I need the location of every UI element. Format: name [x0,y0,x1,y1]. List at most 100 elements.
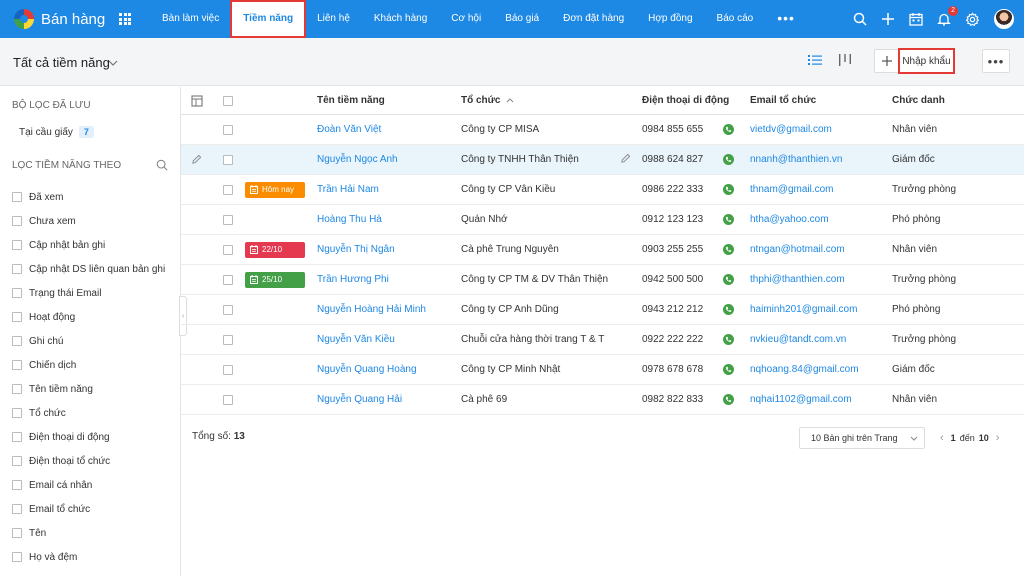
filter-checkbox[interactable] [12,504,22,514]
table-row[interactable]: Nguyễn Ngọc Anh Công ty TNHH Thân Thiện 09… [181,145,1024,175]
list-view-icon[interactable] [808,54,822,69]
filter-checkbox[interactable] [12,528,22,538]
filter-checkbox[interactable] [12,240,22,250]
filter-checkbox[interactable] [12,456,22,466]
filter-checkbox[interactable] [12,312,22,322]
phone-call-icon[interactable] [723,274,734,285]
filter-checkbox[interactable] [12,360,22,370]
filter-checkbox[interactable] [12,384,22,394]
phone-call-icon[interactable] [723,334,734,345]
lead-name-link[interactable]: Nguyễn Hoàng Hải Minh [317,295,426,324]
nav-item-bao-gia[interactable]: Báo giá [493,0,551,38]
filter-item-dien-thoai-di-dong[interactable]: Điện thoại di động [12,425,165,449]
table-row[interactable]: 25/10 Trần Hương Phi Công ty CP TM & DV Th… [181,265,1024,295]
lead-name-link[interactable]: Nguyễn Ngọc Anh [317,145,398,174]
phone-call-icon[interactable] [723,184,734,195]
search-icon[interactable] [156,159,168,174]
filter-checkbox[interactable] [12,336,22,346]
lead-name-link[interactable]: Nguyễn Quang Hải [317,385,402,414]
table-row[interactable]: Đoàn Văn Việt Công ty CP MISA 0984 855 655… [181,115,1024,145]
nav-more-button[interactable]: ••• [765,0,807,38]
table-row[interactable]: Nguyễn Văn Kiều Chuỗi cửa hàng thời trang… [181,325,1024,355]
lead-name-link[interactable]: Đoàn Văn Việt [317,115,381,144]
phone-call-icon[interactable] [723,304,734,315]
filter-item-cap-nhat-ds-lien-quan-ban-ghi[interactable]: Cập nhật DS liên quan bản ghi [12,257,165,281]
column-title[interactable]: Chức danh [892,87,945,114]
filter-checkbox[interactable] [12,288,22,298]
filter-item-ten-tiem-nang[interactable]: Tên tiềm năng [12,377,165,401]
row-checkbox[interactable] [223,214,233,225]
filter-checkbox[interactable] [12,552,22,562]
nav-item-lien-he[interactable]: Liên hệ [305,0,362,38]
nav-item-tiem-nang[interactable]: Tiềm năng [230,0,306,38]
next-page-icon[interactable]: › [993,432,1003,444]
filter-item-ghi-chu[interactable]: Ghi chú [12,329,165,353]
nav-item-bao-cao[interactable]: Báo cáo [705,0,766,38]
lead-name-link[interactable]: Nguyễn Thị Ngân [317,235,395,264]
nav-item-don-dat-hang[interactable]: Đơn đặt hàng [551,0,636,38]
table-row[interactable]: Nguyễn Hoàng Hải Minh Công ty CP Anh Dũng… [181,295,1024,325]
lead-name-link[interactable]: Hoàng Thu Hà [317,205,382,234]
prev-page-icon[interactable]: ‹ [937,432,947,444]
email-link[interactable]: nnanh@thanthien.vn [750,145,842,174]
phone-call-icon[interactable] [723,154,734,165]
lead-name-link[interactable]: Nguyễn Văn Kiều [317,325,395,354]
column-email[interactable]: Email tổ chức [750,87,816,114]
column-phone[interactable]: Điện thoại di động [642,87,738,114]
filter-item-chien-dich[interactable]: Chiến dịch [12,353,165,377]
row-checkbox[interactable] [223,244,233,255]
due-tag[interactable]: 22/10 [245,241,305,258]
nav-item-khach-hang[interactable]: Khách hàng [362,0,439,38]
select-all-checkbox[interactable] [223,95,233,106]
filter-item-to-chuc[interactable]: Tổ chức [12,401,165,425]
email-link[interactable]: haiminh201@gmail.com [750,295,857,324]
nav-item-ban-lam-viec[interactable]: Bàn làm việc [150,0,231,38]
filter-checkbox[interactable] [12,480,22,490]
calendar-icon[interactable] [909,12,923,26]
add-button[interactable] [874,49,900,73]
email-link[interactable]: nqhoang.84@gmail.com [750,355,859,384]
row-checkbox[interactable] [223,334,233,345]
filter-item-cap-nhat-ban-ghi[interactable]: Cập nhật bản ghi [12,233,165,257]
table-row[interactable]: Nguyễn Quang Hoàng Công ty CP Minh Nhật 09… [181,355,1024,385]
more-options-button[interactable]: ••• [982,49,1010,73]
table-row[interactable]: Hôm nay Trần Hải Nam Công ty CP Vân Kiều 09… [181,175,1024,205]
search-icon[interactable] [853,12,867,26]
table-row[interactable]: Hoàng Thu Hà Quán Nhớ 0912 123 123 htha@yah… [181,205,1024,235]
app-logo[interactable] [14,9,34,29]
edit-org-icon[interactable] [620,153,631,167]
page-size-select[interactable]: 10 Bản ghi trên Trang [799,427,925,449]
phone-call-icon[interactable] [723,214,734,225]
filter-checkbox[interactable] [12,432,22,442]
lead-name-link[interactable]: Nguyễn Quang Hoàng [317,355,417,384]
email-link[interactable]: thnam@gmail.com [750,175,834,204]
filter-checkbox[interactable] [12,408,22,418]
filter-item-trang-thai[interactable]: Trạng thái [12,569,165,576]
filter-item-ho-va-dem[interactable]: Họ và đệm [12,545,165,569]
filter-checkbox[interactable] [12,264,22,274]
due-tag[interactable]: Hôm nay [245,181,305,198]
lead-name-link[interactable]: Trần Hải Nam [317,175,379,204]
app-title[interactable]: Bán hàng [41,11,105,28]
phone-call-icon[interactable] [723,244,734,255]
saved-filter-item[interactable]: Tại cầu giấy 7 [19,126,94,138]
email-link[interactable]: thphi@thanthien.com [750,265,845,294]
import-button[interactable]: Nhập khẩu [898,48,955,74]
nav-item-co-hoi[interactable]: Cơ hội [439,0,493,38]
lead-name-link[interactable]: Trần Hương Phi [317,265,389,294]
email-link[interactable]: htha@yahoo.com [750,205,829,234]
row-checkbox[interactable] [223,364,233,375]
user-avatar[interactable] [994,9,1014,29]
row-checkbox[interactable] [223,124,233,135]
email-link[interactable]: nqhai1102@gmail.com [750,385,852,414]
column-org[interactable]: Tổ chức [461,87,631,114]
phone-call-icon[interactable] [723,364,734,375]
table-row[interactable]: Nguyễn Quang Hải Cà phê 69 0982 822 833 nqh… [181,385,1024,415]
phone-call-icon[interactable] [723,394,734,405]
due-tag[interactable]: 25/10 [245,271,305,288]
add-icon[interactable] [881,12,895,26]
row-checkbox[interactable] [223,394,233,405]
kanban-view-icon[interactable] [838,53,852,70]
filter-item-email-ca-nhan[interactable]: Email cá nhân [12,473,165,497]
filter-checkbox[interactable] [12,192,22,202]
